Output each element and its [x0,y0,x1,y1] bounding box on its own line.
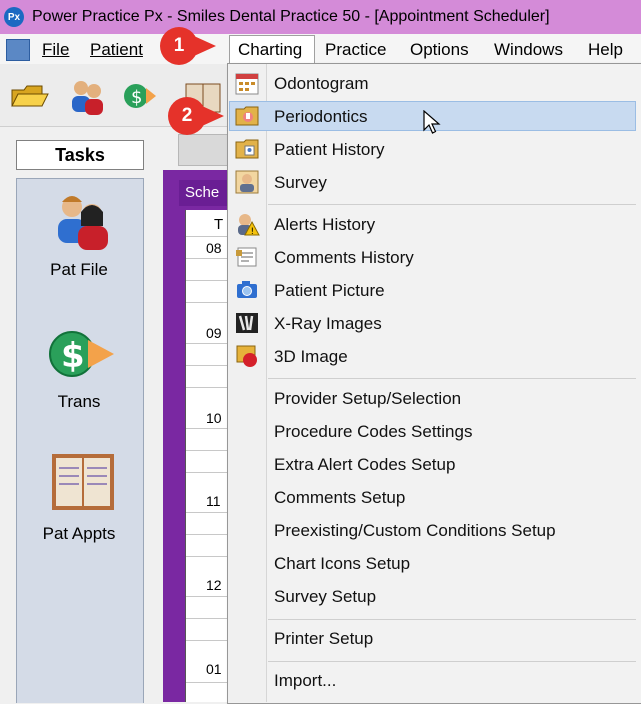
menu-item-comments-setup[interactable]: Comments Setup [274,488,405,508]
transactions-toolbar-icon[interactable]: $ [122,76,164,118]
hour-label: 08 [206,240,222,256]
task-pat-file-label[interactable]: Pat File [16,260,142,280]
menu-windows[interactable]: Windows [494,40,563,60]
menu-item-alerts-history[interactable]: Alerts History [274,215,375,235]
menu-item-printer-setup[interactable]: Printer Setup [274,629,373,649]
menu-item-import[interactable]: Import... [274,671,336,691]
periodontics-icon [235,106,259,126]
hour-label: 12 [206,577,222,593]
menu-item-extra-alert-codes-setup[interactable]: Extra Alert Codes Setup [274,455,455,475]
mouse-cursor-icon [423,110,441,134]
menu-file[interactable]: File [42,40,69,60]
callout-arrow-1 [194,36,216,56]
callout-step-1: 1 [160,27,198,65]
menu-help[interactable]: Help [588,40,623,60]
tasks-header: Tasks [16,140,144,170]
task-trans-label[interactable]: Trans [16,392,142,412]
xray-icon [236,313,258,333]
transactions-icon[interactable]: $ [48,318,118,390]
patient-appointments-icon[interactable] [50,450,116,514]
camera-icon [237,281,257,298]
hour-label: 09 [206,325,222,341]
survey-icon [235,170,259,194]
menu-item-3d-image[interactable]: 3D Image [274,347,348,367]
menu-charting[interactable]: Charting [238,40,302,60]
task-pat-appts-label[interactable]: Pat Appts [16,524,142,544]
system-menu-icon[interactable] [6,39,30,61]
hour-label: 11 [206,493,221,509]
menu-item-provider-setup[interactable]: Provider Setup/Selection [274,389,461,409]
comments-icon [236,247,257,267]
menu-item-xray-images[interactable]: X-Ray Images [274,314,382,334]
tasks-list [16,178,144,703]
odontogram-icon [235,73,259,95]
menu-options[interactable]: Options [410,40,469,60]
svg-text:$: $ [131,87,142,108]
menu-practice[interactable]: Practice [325,40,386,60]
scheduler-tab[interactable]: Sche [179,180,233,206]
menu-item-patient-picture[interactable]: Patient Picture [274,281,385,301]
svg-text:$: $ [61,336,85,376]
patient-file-icon[interactable] [50,192,114,254]
time-column-header: T [214,216,224,233]
menu-item-procedure-codes-settings[interactable]: Procedure Codes Settings [274,422,472,442]
menu-item-survey[interactable]: Survey [274,173,327,193]
open-folder-icon[interactable] [8,76,50,118]
menu-item-odontogram[interactable]: Odontogram [274,74,369,94]
menu-item-preexisting-conditions-setup[interactable]: Preexisting/Custom Conditions Setup [274,521,556,541]
menu-item-comments-history[interactable]: Comments History [274,248,414,268]
hour-label: 10 [206,410,222,426]
patients-icon[interactable] [66,76,108,118]
patient-history-icon [235,139,259,159]
menu-separator [268,378,636,379]
menu-item-periodontics[interactable]: Periodontics [274,107,368,127]
3d-image-icon [236,345,257,367]
app-logo: Px [4,7,24,27]
menu-item-chart-icons-setup[interactable]: Chart Icons Setup [274,554,410,574]
menu-item-patient-history[interactable]: Patient History [274,140,385,160]
callout-step-2: 2 [168,97,206,135]
menu-separator [268,204,636,205]
hour-label: 01 [206,661,222,677]
menu-item-survey-setup[interactable]: Survey Setup [274,587,376,607]
window-title: Power Practice Px - Smiles Dental Practi… [32,8,550,25]
svg-text:!: ! [251,227,255,237]
alerts-icon: ! [238,214,260,237]
menu-separator [268,661,636,662]
menu-patient[interactable]: Patient [90,40,143,60]
callout-arrow-2 [202,106,224,126]
menu-separator [268,619,636,620]
